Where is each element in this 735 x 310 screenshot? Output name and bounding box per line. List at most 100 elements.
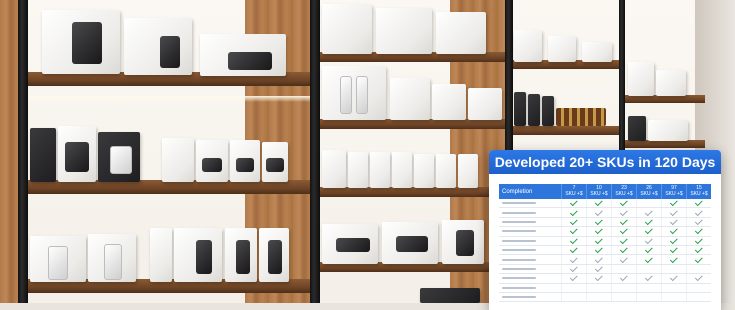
- product-box: [414, 154, 434, 188]
- table-cell: [561, 236, 586, 245]
- checkmark-icon: [619, 207, 628, 216]
- table-header-cell: 26 SKU +$: [636, 184, 661, 199]
- table-header-row: Completion 7 SKU +$ 10 SKU +$ 23 SKU +$ 26 SKU …: [499, 184, 711, 199]
- checkmark-icon: [569, 226, 578, 235]
- product-box: [648, 120, 688, 141]
- table-cell: [636, 273, 661, 283]
- table-cell: [636, 283, 661, 292]
- table-cell: [586, 217, 611, 227]
- table-cell: [611, 198, 636, 208]
- table-cell: [561, 198, 586, 208]
- checkmark-icon: [669, 273, 678, 282]
- product-box: [124, 18, 192, 75]
- table-cell: [661, 217, 686, 227]
- table-cell: [686, 236, 711, 245]
- checkmark-icon: [594, 217, 603, 226]
- product-box: [628, 62, 654, 96]
- product-box: [322, 150, 346, 188]
- checkmark-icon: [569, 236, 578, 244]
- table-row: [499, 283, 711, 293]
- table-cell: [661, 283, 686, 292]
- table-cell: [611, 254, 636, 264]
- table-cell: [586, 292, 611, 302]
- checkmark-icon: [569, 198, 578, 207]
- checkmark-icon: [619, 198, 628, 207]
- table-cell: [611, 236, 636, 245]
- row-label-placeholder: [499, 227, 561, 235]
- checkmark-icon: [569, 273, 578, 282]
- row-label-placeholder: [499, 255, 561, 263]
- table-cell: [586, 273, 611, 283]
- table-cell: [586, 264, 611, 274]
- table-cell: [661, 207, 686, 217]
- product-box: [392, 152, 412, 188]
- checkmark-icon: [694, 245, 703, 254]
- product-box: [432, 84, 466, 120]
- table-cell: [661, 254, 686, 264]
- shelf: [625, 95, 705, 103]
- product-box: [376, 8, 432, 54]
- table-cell: [611, 273, 636, 283]
- shelf: [513, 126, 619, 135]
- table-cell: [561, 292, 586, 302]
- table-cell: [661, 245, 686, 255]
- product-box: [656, 70, 686, 96]
- table-cell: [561, 254, 586, 264]
- row-label-placeholder: [499, 246, 561, 254]
- checkmark-icon: [694, 198, 703, 207]
- table-cell: [686, 217, 711, 227]
- table-cell: [661, 198, 686, 208]
- table-row: [499, 217, 711, 228]
- sku-progress-table: Completion 7 SKU +$ 10 SKU +$ 23 SKU +$ 26 SKU …: [499, 184, 711, 303]
- table-cell: [661, 236, 686, 245]
- checkmark-icon: [619, 217, 628, 226]
- table-cell: [611, 207, 636, 217]
- header-unit: SKU +$: [590, 191, 608, 197]
- card-title: Developed 20+ SKUs in 120 Days: [489, 150, 721, 174]
- table-cell: [636, 264, 661, 274]
- table-cell: [661, 273, 686, 283]
- table-header-cell: 23 SKU +$: [611, 184, 636, 199]
- table-cell: [686, 207, 711, 217]
- row-label-placeholder: [499, 284, 561, 292]
- table-cell: [561, 226, 586, 236]
- shelf: [320, 119, 505, 129]
- table-row: [499, 198, 711, 209]
- row-label-placeholder: [499, 274, 561, 282]
- checkmark-icon: [569, 264, 578, 273]
- table-cell: [561, 207, 586, 217]
- table-cell: [686, 226, 711, 236]
- table-cell: [686, 283, 711, 292]
- table-cell: [586, 245, 611, 255]
- table-cell: [686, 273, 711, 283]
- table-cell: [661, 226, 686, 236]
- checkmark-icon: [669, 226, 678, 235]
- table-cell: [636, 245, 661, 255]
- checkmark-icon: [644, 273, 653, 282]
- checkmark-icon: [594, 226, 603, 235]
- table-cell: [586, 207, 611, 217]
- header-unit: SKU +$: [615, 191, 633, 197]
- checkmark-icon: [594, 264, 603, 273]
- table-row: [499, 264, 711, 275]
- table-row: [499, 236, 711, 246]
- sku-progress-card: Developed 20+ SKUs in 120 Days Completio…: [489, 150, 721, 310]
- checkmark-icon: [694, 236, 703, 244]
- product-box: [370, 152, 390, 188]
- product-box: [436, 12, 486, 54]
- checkmark-icon: [619, 254, 628, 263]
- checkmark-icon: [694, 207, 703, 216]
- checkmark-icon: [644, 207, 653, 216]
- table-cell: [611, 217, 636, 227]
- checkmark-icon: [619, 245, 628, 254]
- checkmark-icon: [669, 217, 678, 226]
- product-box: [582, 42, 612, 62]
- table-cell: [686, 198, 711, 208]
- table-cell: [586, 254, 611, 264]
- table-row: [499, 245, 711, 256]
- checkmark-icon: [694, 254, 703, 263]
- product-box: [390, 78, 430, 120]
- checkmark-icon: [569, 254, 578, 263]
- table-cell: [636, 207, 661, 217]
- table-row: [499, 207, 711, 218]
